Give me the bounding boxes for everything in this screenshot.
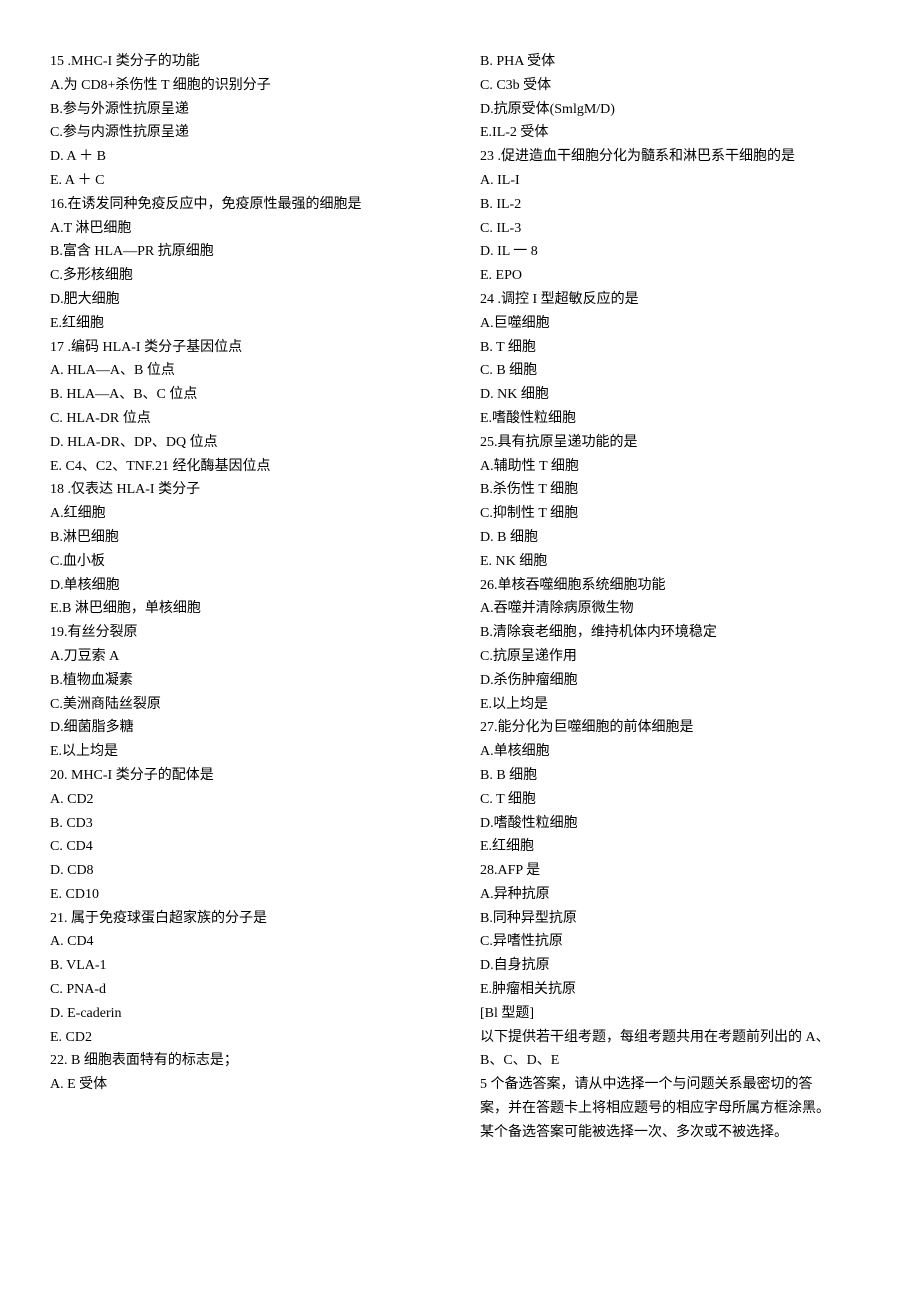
text-line: C. CD4 (50, 835, 440, 859)
text-line: E. C4、C2、TNF.21 经化酶基因位点 (50, 455, 440, 479)
text-line: 27.能分化为巨噬细胞的前体细胞是 (480, 716, 870, 740)
text-line: C. IL-3 (480, 217, 870, 241)
text-line: D. NK 细胞 (480, 383, 870, 407)
text-line: C.血小板 (50, 550, 440, 574)
text-line: C.多形核细胞 (50, 264, 440, 288)
text-line: B. VLA-1 (50, 954, 440, 978)
text-line: B. IL-2 (480, 193, 870, 217)
text-line: B. PHA 受体 (480, 50, 870, 74)
text-line: D.自身抗原 (480, 954, 870, 978)
text-line: D. A ＋ B (50, 145, 440, 169)
text-line: 26.单核吞噬细胞系统细胞功能 (480, 574, 870, 598)
text-line: 28.AFP 是 (480, 859, 870, 883)
text-line: A. HLA—A、B 位点 (50, 359, 440, 383)
two-column-layout: 15 .MHC-I 类分子的功能A.为 CD8+杀伤性 T 细胞的识别分子B.参… (50, 50, 870, 1145)
text-line: C. PNA-d (50, 978, 440, 1002)
text-line: 23 .促进造血干细胞分化为髓系和淋巴系干细胞的是 (480, 145, 870, 169)
text-line: 15 .MHC-I 类分子的功能 (50, 50, 440, 74)
text-line: D.杀伤肿瘤细胞 (480, 669, 870, 693)
text-line: 19.有丝分裂原 (50, 621, 440, 645)
text-line: 16.在诱发同种免疫反应中，免疫原性最强的细胞是 (50, 193, 440, 217)
text-line: A. E 受体 (50, 1073, 440, 1097)
text-line: E. NK 细胞 (480, 550, 870, 574)
text-line: 某个备选答案可能被选择一次、多次或不被选择。 (480, 1121, 870, 1145)
text-line: E.B 淋巴细胞，单核细胞 (50, 597, 440, 621)
text-line: D.细菌脂多糖 (50, 716, 440, 740)
text-line: E.IL-2 受体 (480, 121, 870, 145)
text-line: B.植物血凝素 (50, 669, 440, 693)
text-line: 案，并在答题卡上将相应题号的相应字母所属方框涂黑。 (480, 1097, 870, 1121)
text-line: 25.具有抗原呈递功能的是 (480, 431, 870, 455)
text-line: A.单核细胞 (480, 740, 870, 764)
text-line: C.美洲商陆丝裂原 (50, 693, 440, 717)
text-line: E.以上均是 (50, 740, 440, 764)
text-line: C. HLA-DR 位点 (50, 407, 440, 431)
text-line: 22. B 细胞表面特有的标志是； (50, 1049, 440, 1073)
text-line: A.辅助性 T 细胞 (480, 455, 870, 479)
text-line: E. EPO (480, 264, 870, 288)
text-line: C. T 细胞 (480, 788, 870, 812)
text-line: B. T 细胞 (480, 336, 870, 360)
text-line: D. E-caderin (50, 1002, 440, 1026)
text-line: A.为 CD8+杀伤性 T 细胞的识别分子 (50, 74, 440, 98)
text-line: B.参与外源性抗原呈递 (50, 98, 440, 122)
left-column: 15 .MHC-I 类分子的功能A.为 CD8+杀伤性 T 细胞的识别分子B.参… (50, 50, 440, 1145)
text-line: C.参与内源性抗原呈递 (50, 121, 440, 145)
text-line: E. CD2 (50, 1026, 440, 1050)
text-line: 21. 属于免疫球蛋白超家族的分子是 (50, 907, 440, 931)
text-line: D.抗原受体(SmlgM/D) (480, 98, 870, 122)
text-line: C. C3b 受体 (480, 74, 870, 98)
text-line: D.嗜酸性粒细胞 (480, 812, 870, 836)
text-line: B.淋巴细胞 (50, 526, 440, 550)
text-line: 18 .仅表达 HLA-I 类分子 (50, 478, 440, 502)
text-line: 20. MHC-I 类分子的配体是 (50, 764, 440, 788)
text-line: E.以上均是 (480, 693, 870, 717)
text-line: E.红细胞 (480, 835, 870, 859)
text-line: C.异嗜性抗原 (480, 930, 870, 954)
text-line: B. CD3 (50, 812, 440, 836)
text-line: C.抑制性 T 细胞 (480, 502, 870, 526)
text-line: A. CD4 (50, 930, 440, 954)
text-line: B.杀伤性 T 细胞 (480, 478, 870, 502)
text-line: D. HLA-DR、DP、DQ 位点 (50, 431, 440, 455)
text-line: B.富含 HLA—PR 抗原细胞 (50, 240, 440, 264)
text-line: E. A ＋ C (50, 169, 440, 193)
text-line: 17 .编码 HLA-I 类分子基因位点 (50, 336, 440, 360)
text-line: A.红细胞 (50, 502, 440, 526)
text-line: 5 个备选答案，请从中选择一个与问题关系最密切的答 (480, 1073, 870, 1097)
text-line: C. B 细胞 (480, 359, 870, 383)
text-line: [Bl 型题] (480, 1002, 870, 1026)
text-line: B. B 细胞 (480, 764, 870, 788)
text-line: D. B 细胞 (480, 526, 870, 550)
text-line: A.刀豆索 A (50, 645, 440, 669)
text-line: A.异种抗原 (480, 883, 870, 907)
text-line: A.吞噬并清除病原微生物 (480, 597, 870, 621)
text-line: E. CD10 (50, 883, 440, 907)
text-line: D. IL 一 8 (480, 240, 870, 264)
text-line: D. CD8 (50, 859, 440, 883)
text-line: B、C、D、E (480, 1049, 870, 1073)
right-column: B. PHA 受体C. C3b 受体D.抗原受体(SmlgM/D)E.IL-2 … (480, 50, 870, 1145)
text-line: D.肥大细胞 (50, 288, 440, 312)
text-line: E.嗜酸性粒细胞 (480, 407, 870, 431)
text-line: E.红细胞 (50, 312, 440, 336)
text-line: 24 .调控 I 型超敏反应的是 (480, 288, 870, 312)
text-line: A. CD2 (50, 788, 440, 812)
text-line: A. IL-I (480, 169, 870, 193)
text-line: B. HLA—A、B、C 位点 (50, 383, 440, 407)
text-line: C.抗原呈递作用 (480, 645, 870, 669)
text-line: A.巨噬细胞 (480, 312, 870, 336)
text-line: D.单核细胞 (50, 574, 440, 598)
text-line: 以下提供若干组考题，每组考题共用在考题前列出的 A、 (480, 1026, 870, 1050)
text-line: B.清除衰老细胞，维持机体内环境稳定 (480, 621, 870, 645)
text-line: B.同种异型抗原 (480, 907, 870, 931)
text-line: E.肿瘤相关抗原 (480, 978, 870, 1002)
text-line: A.T 淋巴细胞 (50, 217, 440, 241)
